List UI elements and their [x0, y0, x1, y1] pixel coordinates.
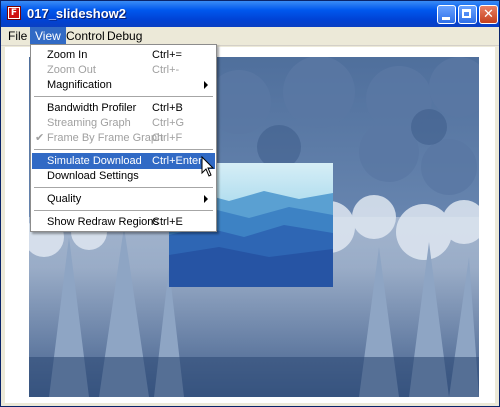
menu-item-zoom-in[interactable]: Zoom In Ctrl+=	[32, 47, 215, 63]
menu-item-shortcut: Ctrl+E	[152, 216, 183, 228]
menu-item-quality[interactable]: Quality	[32, 191, 215, 207]
view-menu-dropdown: Zoom In Ctrl+= Zoom Out Ctrl+- Magnifica…	[30, 44, 217, 232]
menu-item-bandwidth-profiler[interactable]: Bandwidth Profiler Ctrl+B	[32, 100, 215, 116]
app-window: F 017_slideshow2 ✕ File View Control Deb…	[0, 0, 500, 407]
flash-player-icon: F	[7, 6, 21, 20]
menu-item-label: Show Redraw Regions	[47, 216, 159, 228]
menu-item-label: Zoom Out	[47, 64, 96, 76]
menu-item-shortcut: Ctrl+F	[152, 132, 183, 144]
menu-item-label: Zoom In	[47, 49, 88, 61]
submenu-arrow-icon	[204, 81, 208, 89]
menu-item-magnification[interactable]: Magnification	[32, 77, 215, 93]
menu-item-frame-by-frame-graph[interactable]: ✔ Frame By Frame Graph Ctrl+F	[32, 130, 215, 146]
menu-item-label: Magnification	[47, 79, 112, 91]
minimize-button[interactable]	[437, 5, 456, 24]
submenu-arrow-icon	[204, 195, 208, 203]
menu-item-download-settings[interactable]: Download Settings	[32, 168, 215, 184]
menu-debug[interactable]: Debug	[102, 27, 147, 45]
mouse-pointer-icon	[201, 155, 215, 183]
menu-separator	[34, 210, 213, 211]
minimize-icon	[442, 17, 450, 20]
maximize-icon	[462, 9, 471, 18]
menu-item-zoom-out[interactable]: Zoom Out Ctrl+-	[32, 62, 215, 78]
menu-item-label: Quality	[47, 193, 82, 205]
menu-item-show-redraw-regions[interactable]: Show Redraw Regions Ctrl+E	[32, 214, 215, 230]
menu-separator	[34, 149, 213, 150]
menu-item-simulate-download[interactable]: Simulate Download Ctrl+Enter	[32, 153, 215, 169]
menu-item-label: Simulate Download	[47, 155, 142, 167]
menu-item-shortcut: Ctrl+-	[152, 64, 180, 76]
menu-item-shortcut: Ctrl+Enter	[152, 155, 202, 167]
menu-file[interactable]: File	[3, 27, 32, 45]
menu-item-label: Streaming Graph	[47, 117, 131, 129]
close-icon: ✕	[483, 7, 494, 22]
menu-separator	[34, 96, 213, 97]
menu-item-streaming-graph[interactable]: Streaming Graph Ctrl+G	[32, 115, 215, 131]
menu-item-shortcut: Ctrl+B	[152, 102, 183, 114]
menu-item-label: Frame By Frame Graph	[47, 132, 164, 144]
menu-item-shortcut: Ctrl+=	[152, 49, 182, 61]
window-title: 017_slideshow2	[27, 6, 126, 21]
close-button[interactable]: ✕	[479, 5, 498, 24]
menu-item-label: Bandwidth Profiler	[47, 102, 137, 114]
maximize-button[interactable]	[458, 5, 477, 24]
menu-item-shortcut: Ctrl+G	[152, 117, 185, 129]
menu-item-label: Download Settings	[47, 170, 139, 182]
flash-player-icon-glyph: F	[9, 8, 19, 18]
mouse-pointer-graphic	[201, 155, 215, 177]
title-bar[interactable]: F 017_slideshow2 ✕	[1, 1, 499, 27]
checkmark-icon: ✔	[35, 132, 45, 144]
menu-separator	[34, 187, 213, 188]
